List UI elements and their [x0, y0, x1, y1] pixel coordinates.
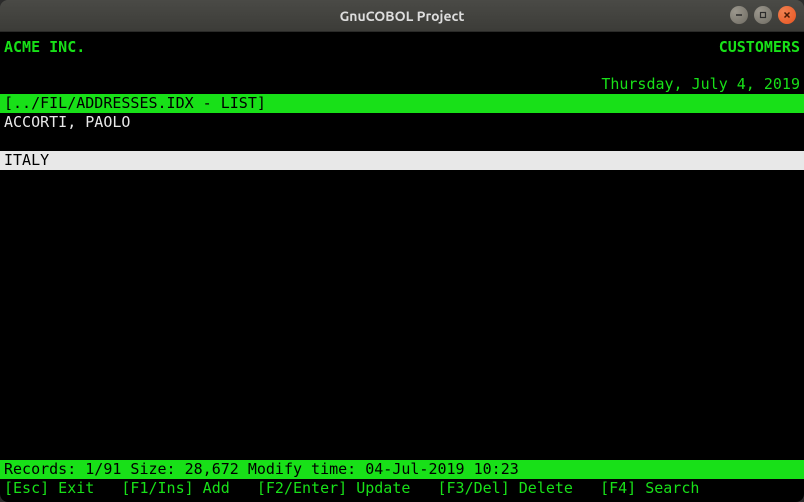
- app-window: GnuCOBOL Project ACME INC. CUSTOMERS Thu…: [0, 0, 804, 502]
- section-name: CUSTOMERS: [719, 38, 800, 57]
- blank-line: [0, 132, 804, 151]
- header-line: ACME INC. CUSTOMERS: [0, 38, 804, 57]
- close-button[interactable]: [778, 6, 796, 24]
- terminal: ACME INC. CUSTOMERS Thursday, July 4, 20…: [0, 32, 804, 502]
- company-name: ACME INC.: [4, 38, 85, 57]
- content-spacer: [0, 170, 804, 460]
- status-bar: Records: 1/91 Size: 28,672 Modify time: …: [0, 460, 804, 479]
- fkey-f3[interactable]: [F3/Del] Delete: [438, 479, 573, 498]
- minimize-button[interactable]: [730, 6, 748, 24]
- current-date: Thursday, July 4, 2019: [601, 75, 800, 94]
- date-line: Thursday, July 4, 2019: [0, 75, 804, 94]
- function-keys: [Esc] Exit [F1/Ins] Add [F2/Enter] Updat…: [0, 479, 804, 502]
- fkey-f4[interactable]: [F4] Search: [600, 479, 699, 498]
- titlebar: GnuCOBOL Project: [0, 0, 804, 32]
- record-country-line[interactable]: ITALY: [0, 151, 804, 170]
- fkey-f1[interactable]: [F1/Ins] Add: [121, 479, 229, 498]
- fkey-esc[interactable]: [Esc] Exit: [4, 479, 94, 498]
- window-controls: [730, 6, 796, 24]
- window-title: GnuCOBOL Project: [0, 8, 804, 24]
- file-header: [../FIL/ADDRESSES.IDX - LIST]: [0, 94, 804, 113]
- record-name-line: ACCORTI, PAOLO: [0, 113, 804, 132]
- maximize-button[interactable]: [754, 6, 772, 24]
- fkey-f2[interactable]: [F2/Enter] Update: [257, 479, 411, 498]
